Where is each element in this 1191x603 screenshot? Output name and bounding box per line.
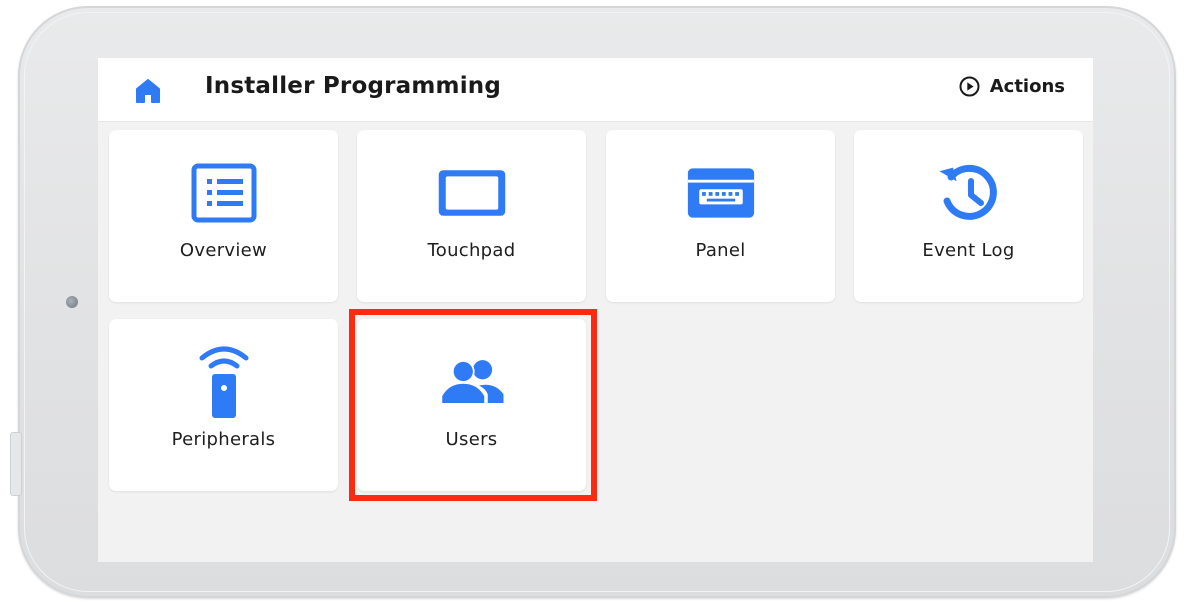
tile-users[interactable]: Users	[357, 319, 586, 491]
tile-label-touchpad: Touchpad	[427, 240, 516, 261]
actions-button[interactable]: Actions	[959, 76, 1065, 97]
device-side-button	[10, 432, 22, 496]
tile-label-event-log: Event Log	[922, 240, 1015, 261]
actions-label: Actions	[989, 76, 1065, 97]
tile-label-users: Users	[445, 429, 498, 450]
tile-touchpad[interactable]: Touchpad	[357, 130, 586, 302]
tile-label-panel: Panel	[695, 240, 746, 261]
header-bar: Installer Programming Actions	[98, 58, 1093, 122]
tile-overview[interactable]: Overview	[109, 130, 338, 302]
tile-event-log[interactable]: Event Log	[854, 130, 1083, 302]
tile-panel[interactable]: Panel	[606, 130, 835, 302]
home-icon[interactable]	[135, 78, 161, 104]
play-circle-icon	[959, 76, 980, 97]
history-icon	[934, 158, 1004, 228]
tablet-icon	[437, 158, 507, 228]
keypad-icon	[686, 158, 756, 228]
list-icon	[189, 158, 259, 228]
page-title: Installer Programming	[205, 73, 502, 99]
users-icon	[437, 347, 507, 417]
tile-peripherals[interactable]: Peripherals	[109, 319, 338, 491]
tile-label-peripherals: Peripherals	[171, 429, 276, 450]
tile-label-overview: Overview	[179, 240, 268, 261]
screen: Installer Programming Actions Overview T…	[98, 58, 1093, 562]
remote-fob-icon	[189, 346, 259, 418]
device-camera	[66, 296, 78, 308]
